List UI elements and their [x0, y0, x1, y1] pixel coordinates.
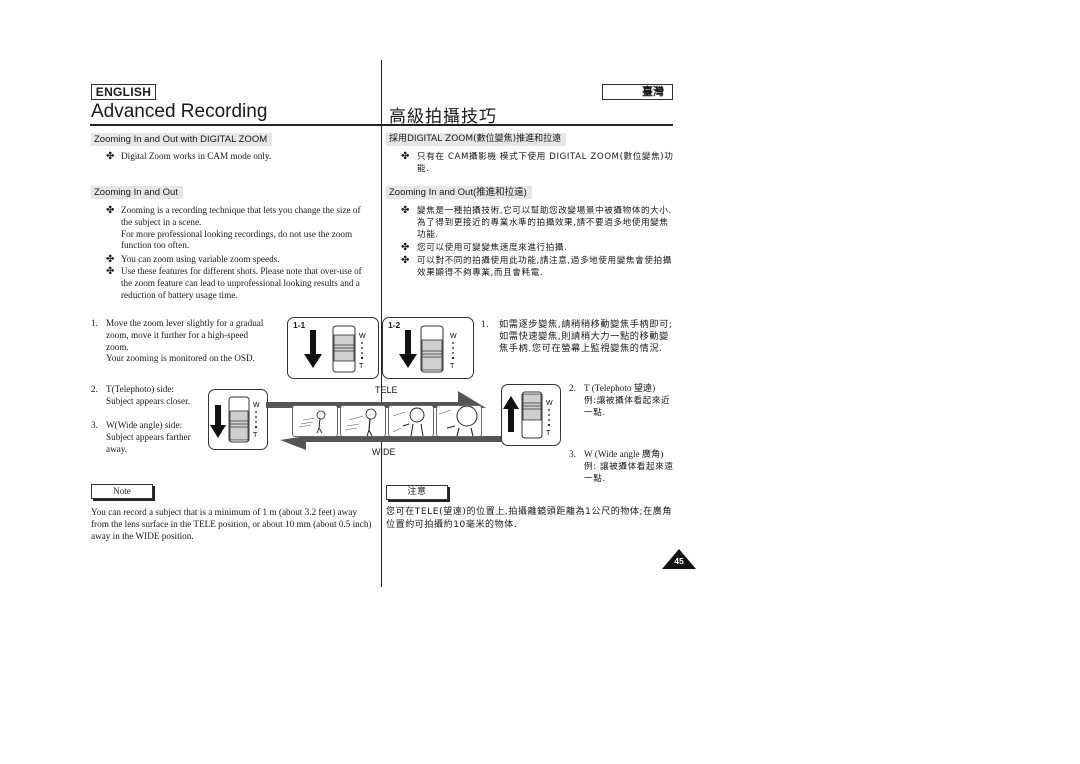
page-number: 45 — [674, 556, 684, 566]
bullet-text: Zooming is a recording technique that le… — [121, 205, 361, 227]
bullet-item: ✤ 變焦是一種拍攝技術,它可以幫助您改變場景中被攝物体的大小. 為了得到更接近的… — [401, 205, 677, 241]
note-text: You can record a subject that is a minim… — [91, 507, 372, 541]
step-item-2-zh: 2. T (Telephoto 望遠) 例:讓被攝体看起來近一點. — [569, 383, 679, 419]
bullet-text: 您可以使用可變變焦速度來進行拍攝. — [417, 243, 568, 253]
bullet-icon: ✤ — [401, 255, 410, 266]
step-text: T (Telephoto 望遠) — [584, 383, 656, 393]
note-label-zh: 注意 — [386, 485, 448, 500]
bullet-text: 變焦是一種拍攝技術,它可以幫助您改變場景中被攝物体的大小. 為了得到更接近的專業… — [417, 206, 672, 240]
golfer-illustration-icon — [344, 408, 377, 437]
page-number-badge: 45 — [662, 549, 696, 569]
zoom-lever-diagram-1-1: 1-1 W T — [287, 317, 379, 379]
svg-text:T: T — [450, 363, 455, 370]
step-number: 3. — [91, 420, 98, 430]
svg-text:W: W — [546, 400, 553, 407]
svg-text:W: W — [450, 333, 457, 340]
step-extra: Subject appears closer. — [106, 395, 190, 406]
zoom-lever-diagram-wide: W T — [501, 384, 561, 446]
bullet-item: ✤ 只有在 CAM攝影機 模式下使用 DIGITAL ZOOM(數位變焦)功能. — [401, 151, 681, 175]
step-text: W (Wide angle 廣角) — [584, 449, 664, 459]
note-label: Note — [91, 484, 153, 499]
step-item-3-zh: 3. W (Wide angle 廣角) 例: 讓被攝体看起來遠一點. — [569, 449, 679, 485]
section-heading-digital-zoom-zh: 採用DIGITAL ZOOM(數位變焦)推進和拉遠 — [386, 133, 567, 146]
bullet-icon: ✤ — [106, 151, 115, 162]
step-extra: Subject appears farther away. — [106, 431, 191, 454]
zoom-lever-icon: W T — [210, 396, 260, 443]
bullet-item: ✤ You can zoom using variable zoom speed… — [106, 254, 372, 266]
zoom-lever-diagram-tele: W T — [208, 389, 268, 450]
step-number: 2. — [91, 384, 98, 394]
zoom-thumbnail-3 — [388, 405, 434, 437]
section-heading-zooming: Zooming In and Out — [91, 186, 183, 199]
note-text-zh: 您可在TELE(望遠)的位置上,拍攝離鏡頭距離為1公尺的物体;在廣角位置約可拍攝… — [386, 507, 672, 530]
section-heading-digital-zoom: Zooming In and Out with DIGITAL ZOOM — [91, 133, 273, 146]
bullet-item: ✤ Use these features for different shots… — [106, 266, 372, 301]
step-text: T(Telephoto) side: — [106, 384, 174, 394]
bullet-text: 只有在 CAM攝影機 模式下使用 DIGITAL ZOOM(數位變焦)功能. — [417, 152, 674, 174]
step-number: 1. — [481, 319, 490, 329]
bullet-text: 可以對不同的拍攝使用此功能,請注意,過多地使用變焦會使拍攝效果顯得不夠專業,而且… — [417, 256, 672, 278]
title-rule — [90, 124, 673, 126]
zoom-lever-icon: W T — [304, 325, 366, 373]
step-text: Move the zoom lever slightly for a gradu… — [106, 318, 264, 352]
bullet-item: ✤ Zooming is a recording technique that … — [106, 205, 372, 252]
golfer-illustration-icon — [392, 407, 425, 437]
bullet-icon: ✤ — [106, 254, 115, 265]
svg-text:T: T — [253, 432, 258, 439]
step-extra: 例: 讓被攝体看起來遠一點. — [584, 461, 674, 484]
bullet-text: Use these features for different shots. … — [121, 266, 362, 300]
bullet-item: ✤ Digital Zoom works in CAM mode only. — [106, 151, 376, 163]
zoom-thumbnail-1 — [292, 405, 338, 437]
svg-text:T: T — [546, 430, 551, 437]
svg-text:T: T — [359, 363, 364, 370]
zoom-lever-diagram-1-2: 1-2 W T — [382, 317, 474, 379]
bullet-icon: ✤ — [401, 242, 410, 253]
step-number: 1. — [91, 318, 98, 328]
page-title-chinese: 高級拍攝技巧 — [389, 107, 497, 127]
bullet-text: Digital Zoom works in CAM mode only. — [121, 151, 272, 161]
golfer-illustration-icon — [438, 405, 478, 437]
step-item-3: 3. W(Wide angle) side: Subject appears f… — [91, 420, 191, 455]
step-item-1: 1. Move the zoom lever slightly for a gr… — [91, 318, 271, 365]
region-label-text: 臺灣 — [642, 85, 664, 98]
wide-label: WIDE — [372, 447, 396, 457]
bullet-text: You can zoom using variable zoom speeds. — [121, 254, 280, 264]
step-text: 如需逐步變焦,請稍稍移動變焦手柄即可;如需快速變焦,則請稍大力一點的移動變焦手柄… — [499, 319, 673, 354]
bullet-icon: ✤ — [106, 205, 115, 216]
zoom-thumbnail-4 — [436, 405, 482, 437]
step-extra: 例:讓被攝体看起來近一點. — [584, 395, 671, 418]
page-title-english: Advanced Recording — [91, 101, 268, 122]
step-item-1-zh: 1. 如需逐步變焦,請稍稍移動變焦手柄即可;如需快速變焦,則請稍大力一點的移動變… — [481, 319, 673, 354]
bullet-item: ✤ 您可以使用可變變焦速度來進行拍攝. — [401, 242, 677, 254]
bullet-icon: ✤ — [401, 205, 410, 216]
bullet-icon: ✤ — [106, 266, 115, 277]
section-heading-zooming-zh: Zooming In and Out(推進和拉遠) — [386, 186, 532, 199]
zoom-thumbnail-2 — [340, 405, 386, 437]
zoom-lever-icon: W T — [399, 325, 457, 373]
region-label: 臺灣 — [602, 84, 673, 100]
language-label: ENGLISH — [91, 84, 156, 100]
bullet-text-continued: For more professional looking recordings… — [121, 228, 353, 251]
step-number: 2. — [569, 383, 576, 393]
step-text: W(Wide angle) side: — [106, 420, 183, 430]
golfer-illustration-icon — [298, 410, 326, 434]
step-item-2: 2. T(Telephoto) side: Subject appears cl… — [91, 384, 211, 408]
step-number: 3. — [569, 449, 576, 459]
svg-text:W: W — [359, 333, 366, 340]
step-extra: Your zooming is monitored on the OSD. — [106, 353, 255, 364]
tele-label: TELE — [375, 385, 398, 395]
zoom-lever-icon: W T — [503, 391, 553, 439]
svg-text:W: W — [253, 402, 260, 409]
bullet-item: ✤ 可以對不同的拍攝使用此功能,請注意,過多地使用變焦會使拍攝效果顯得不夠專業,… — [401, 255, 677, 279]
bullet-icon: ✤ — [401, 151, 410, 162]
